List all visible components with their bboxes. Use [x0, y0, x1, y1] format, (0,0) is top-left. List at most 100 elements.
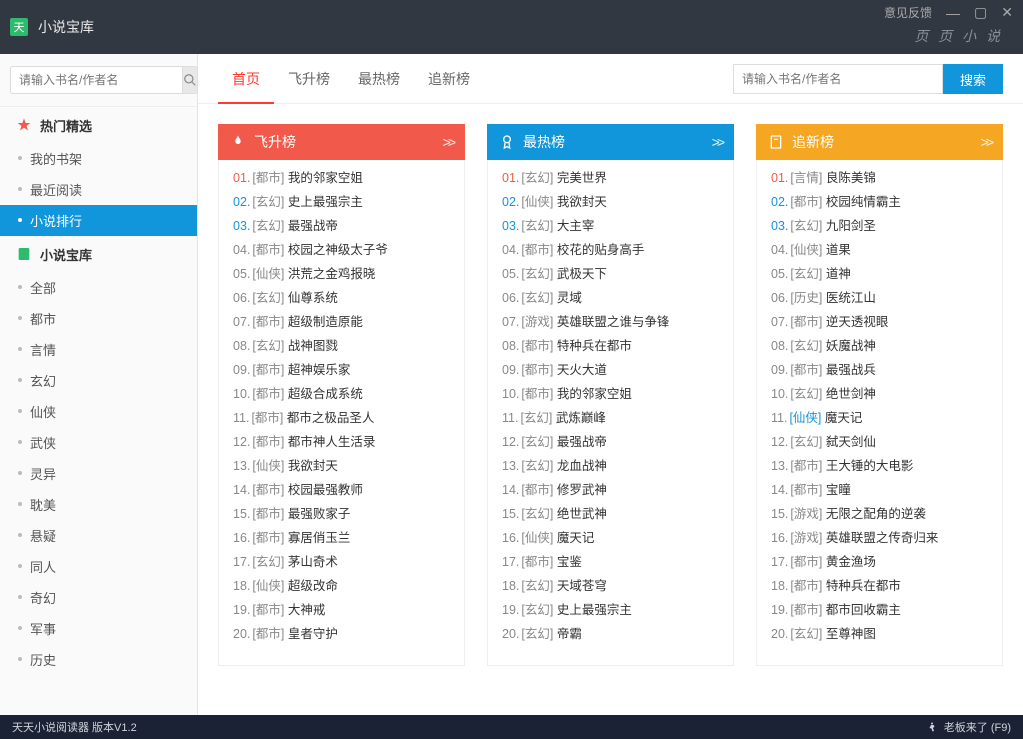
list-item[interactable]: 11.[都市] 都市之极品圣人: [233, 406, 450, 430]
top-search-button[interactable]: 搜索: [943, 64, 1003, 94]
list-item[interactable]: 02.[仙侠] 我欲封天: [502, 190, 719, 214]
list-item[interactable]: 16.[仙侠] 魔天记: [502, 526, 719, 550]
list-item[interactable]: 18.[都市] 特种兵在都市: [771, 574, 988, 598]
sidebar-category-1[interactable]: 都市: [0, 303, 197, 334]
list-item[interactable]: 13.[仙侠] 我欲封天: [233, 454, 450, 478]
panel-header-2[interactable]: 追新榜>>: [756, 124, 1003, 160]
sidebar-item-2[interactable]: 小说排行: [0, 205, 197, 236]
sidebar-category-8[interactable]: 悬疑: [0, 520, 197, 551]
sidebar-category-3[interactable]: 玄幻: [0, 365, 197, 396]
list-item[interactable]: 11.[仙侠] 魔天记: [771, 406, 988, 430]
sidebar-category-10[interactable]: 奇幻: [0, 582, 197, 613]
list-item[interactable]: 09.[都市] 天火大道: [502, 358, 719, 382]
topbar: 首页飞升榜最热榜追新榜 搜索: [198, 54, 1023, 104]
list-item[interactable]: 14.[都市] 校园最强教师: [233, 478, 450, 502]
list-item[interactable]: 04.[都市] 校花的贴身高手: [502, 238, 719, 262]
list-item[interactable]: 19.[都市] 都市回收霸主: [771, 598, 988, 622]
list-item[interactable]: 07.[都市] 超级制造原能: [233, 310, 450, 334]
list-item[interactable]: 09.[都市] 超神娱乐家: [233, 358, 450, 382]
list-item[interactable]: 15.[都市] 最强败家子: [233, 502, 450, 526]
panel-header-1[interactable]: 最热榜>>: [487, 124, 734, 160]
list-item[interactable]: 17.[玄幻] 茅山奇术: [233, 550, 450, 574]
list-item[interactable]: 05.[玄幻] 道神: [771, 262, 988, 286]
tab-1[interactable]: 飞升榜: [274, 54, 344, 104]
list-item[interactable]: 03.[玄幻] 九阳剑圣: [771, 214, 988, 238]
sidebar-item-0[interactable]: 我的书架: [0, 143, 197, 174]
list-item[interactable]: 05.[仙侠] 洪荒之金鸡报晓: [233, 262, 450, 286]
tab-0[interactable]: 首页: [218, 54, 274, 104]
panel-header-0[interactable]: 飞升榜>>: [218, 124, 465, 160]
list-item[interactable]: 08.[玄幻] 战神图戮: [233, 334, 450, 358]
maximize-button[interactable]: ▢: [974, 4, 987, 21]
list-item[interactable]: 08.[玄幻] 妖魔战神: [771, 334, 988, 358]
list-item[interactable]: 15.[玄幻] 绝世武神: [502, 502, 719, 526]
list-item[interactable]: 04.[都市] 校园之神级太子爷: [233, 238, 450, 262]
list-item[interactable]: 05.[玄幻] 武极天下: [502, 262, 719, 286]
sidebar-category-9[interactable]: 同人: [0, 551, 197, 582]
list-item[interactable]: 18.[仙侠] 超级改命: [233, 574, 450, 598]
list-item[interactable]: 10.[玄幻] 绝世剑神: [771, 382, 988, 406]
list-item[interactable]: 06.[历史] 医统江山: [771, 286, 988, 310]
list-item[interactable]: 13.[玄幻] 龙血战神: [502, 454, 719, 478]
sidebar-item-1[interactable]: 最近阅读: [0, 174, 197, 205]
list-item[interactable]: 16.[都市] 寡居俏玉兰: [233, 526, 450, 550]
list-item[interactable]: 20.[都市] 皇者守护: [233, 622, 450, 646]
minimize-button[interactable]: —: [946, 5, 960, 21]
list-item[interactable]: 15.[游戏] 无限之配角的逆袭: [771, 502, 988, 526]
sidebar-category-2[interactable]: 言情: [0, 334, 197, 365]
list-item[interactable]: 14.[都市] 宝瞳: [771, 478, 988, 502]
list-item[interactable]: 03.[玄幻] 最强战帝: [233, 214, 450, 238]
book-title: 妖魔战神: [826, 339, 876, 353]
list-item[interactable]: 06.[玄幻] 灵域: [502, 286, 719, 310]
tab-2[interactable]: 最热榜: [344, 54, 414, 104]
category-tag: [玄幻]: [521, 507, 553, 521]
list-item[interactable]: 06.[玄幻] 仙尊系统: [233, 286, 450, 310]
panel-list-1: 01.[玄幻] 完美世界02.[仙侠] 我欲封天03.[玄幻] 大主宰04.[都…: [487, 160, 734, 666]
list-item[interactable]: 13.[都市] 王大锤的大电影: [771, 454, 988, 478]
list-item[interactable]: 12.[玄幻] 最强战帝: [502, 430, 719, 454]
list-item[interactable]: 01.[都市] 我的邻家空姐: [233, 166, 450, 190]
list-item[interactable]: 04.[仙侠] 道果: [771, 238, 988, 262]
list-item[interactable]: 17.[都市] 黄金渔场: [771, 550, 988, 574]
list-item[interactable]: 02.[都市] 校园纯情霸主: [771, 190, 988, 214]
list-item[interactable]: 10.[都市] 我的邻家空姐: [502, 382, 719, 406]
sidebar-category-11[interactable]: 军事: [0, 613, 197, 644]
sidebar-category-4[interactable]: 仙侠: [0, 396, 197, 427]
category-tag: [历史]: [790, 291, 822, 305]
list-item[interactable]: 07.[游戏] 英雄联盟之谁与争锋: [502, 310, 719, 334]
list-item[interactable]: 17.[都市] 宝鉴: [502, 550, 719, 574]
list-item[interactable]: 01.[言情] 良陈美锦: [771, 166, 988, 190]
sidebar-category-7[interactable]: 耽美: [0, 489, 197, 520]
list-item[interactable]: 08.[都市] 特种兵在都市: [502, 334, 719, 358]
sidebar-category-5[interactable]: 武侠: [0, 427, 197, 458]
list-item[interactable]: 16.[游戏] 英雄联盟之传奇归来: [771, 526, 988, 550]
list-item[interactable]: 12.[玄幻] 弑天剑仙: [771, 430, 988, 454]
list-item[interactable]: 20.[玄幻] 帝霸: [502, 622, 719, 646]
list-item[interactable]: 18.[玄幻] 天域苍穹: [502, 574, 719, 598]
sidebar-category-0[interactable]: 全部: [0, 272, 197, 303]
sidebar-category-6[interactable]: 灵异: [0, 458, 197, 489]
list-item[interactable]: 12.[都市] 都市神人生活录: [233, 430, 450, 454]
list-item[interactable]: 20.[玄幻] 至尊神图: [771, 622, 988, 646]
list-item[interactable]: 09.[都市] 最强战兵: [771, 358, 988, 382]
top-search-input[interactable]: [733, 64, 943, 94]
sidebar-search-button[interactable]: [183, 66, 198, 94]
rank-number: 19.: [233, 603, 250, 617]
tab-3[interactable]: 追新榜: [414, 54, 484, 104]
list-item[interactable]: 10.[都市] 超级合成系统: [233, 382, 450, 406]
boss-key-label[interactable]: 老板来了 (F9): [944, 719, 1011, 735]
list-item[interactable]: 19.[都市] 大神戒: [233, 598, 450, 622]
sidebar-category-12[interactable]: 历史: [0, 644, 197, 675]
panel-list-0: 01.[都市] 我的邻家空姐02.[玄幻] 史上最强宗主03.[玄幻] 最强战帝…: [218, 160, 465, 666]
list-item[interactable]: 01.[玄幻] 完美世界: [502, 166, 719, 190]
list-item[interactable]: 14.[都市] 修罗武神: [502, 478, 719, 502]
close-button[interactable]: ✕: [1001, 4, 1013, 21]
list-item[interactable]: 03.[玄幻] 大主宰: [502, 214, 719, 238]
list-item[interactable]: 07.[都市] 逆天透视眼: [771, 310, 988, 334]
list-item[interactable]: 02.[玄幻] 史上最强宗主: [233, 190, 450, 214]
sidebar-search-input[interactable]: [10, 66, 183, 94]
status-left: 天天小说阅读器 版本V1.2: [12, 719, 137, 735]
list-item[interactable]: 19.[玄幻] 史上最强宗主: [502, 598, 719, 622]
feedback-link[interactable]: 意见反馈: [884, 4, 932, 21]
list-item[interactable]: 11.[玄幻] 武炼巅峰: [502, 406, 719, 430]
